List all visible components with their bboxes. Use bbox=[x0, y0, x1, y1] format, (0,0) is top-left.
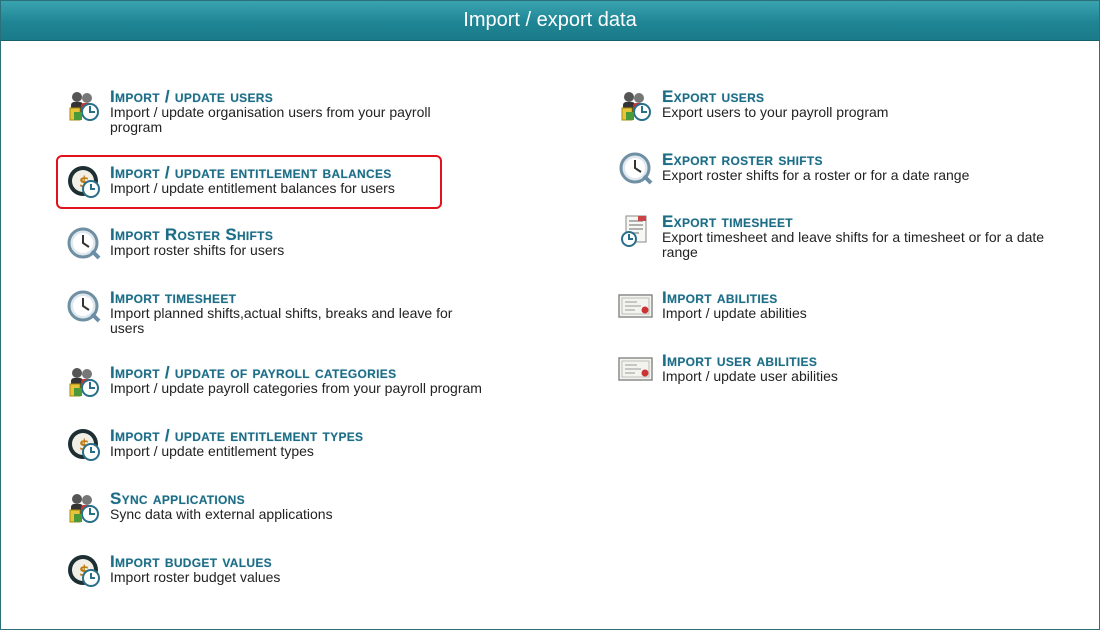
money-clock-icon: $ bbox=[66, 553, 102, 589]
clock-icon bbox=[66, 226, 102, 262]
import-update-entitlement-types-item[interactable]: $ Import / update entitlement types Impo… bbox=[66, 427, 436, 463]
item-description: Export timesheet and leave shifts for a … bbox=[662, 229, 1045, 260]
item-description: Export users to your payroll program bbox=[662, 104, 889, 120]
import-update-users-item[interactable]: Import / update users Import / update or… bbox=[66, 88, 506, 138]
item-title[interactable]: Import budget values bbox=[110, 553, 280, 570]
timesheet-document-icon bbox=[618, 213, 654, 249]
import-user-abilities-item[interactable]: Import user abilities Import / update us… bbox=[618, 352, 1018, 388]
money-clock-icon: $ bbox=[66, 427, 102, 463]
item-title[interactable]: Import Roster Shifts bbox=[110, 226, 284, 243]
users-payroll-icon bbox=[66, 88, 102, 124]
item-title[interactable]: Export users bbox=[662, 88, 888, 105]
users-payroll-icon bbox=[66, 364, 102, 400]
item-title[interactable]: Import abilities bbox=[662, 289, 807, 306]
item-title[interactable]: Export timesheet bbox=[662, 213, 1062, 230]
item-title[interactable]: Import user abilities bbox=[662, 352, 838, 369]
clock-icon bbox=[66, 289, 102, 325]
item-title[interactable]: Import timesheet bbox=[110, 289, 470, 306]
sync-applications-item[interactable]: Sync applications Sync data with externa… bbox=[66, 490, 436, 526]
clock-icon bbox=[618, 151, 654, 187]
item-description: Import / update payroll categories from … bbox=[110, 380, 482, 396]
import-export-window: Import / export data Import / update use… bbox=[0, 0, 1100, 630]
import-update-payroll-categories-item[interactable]: Import / update of payroll categories Im… bbox=[66, 364, 516, 400]
item-description: Export roster shifts for a roster or for… bbox=[662, 167, 970, 183]
item-description: Import planned shifts,actual shifts, bre… bbox=[110, 305, 453, 336]
item-description: Import / update organisation users from … bbox=[110, 104, 431, 135]
item-description: Import / update abilities bbox=[662, 305, 807, 321]
item-description: Import / update user abilities bbox=[662, 368, 838, 384]
item-description: Import / update entitlement types bbox=[110, 443, 314, 459]
users-payroll-icon bbox=[66, 490, 102, 526]
import-timesheet-item[interactable]: Import timesheet Import planned shifts,a… bbox=[66, 289, 506, 339]
import-abilities-item[interactable]: Import abilities Import / update abiliti… bbox=[618, 289, 1018, 325]
item-description: Import roster budget values bbox=[110, 569, 281, 585]
users-payroll-icon bbox=[618, 88, 654, 124]
selection-highlight bbox=[56, 155, 442, 209]
export-users-item[interactable]: Export users Export users to your payrol… bbox=[618, 88, 1018, 124]
import-budget-values-item[interactable]: $ Import budget values Import roster bud… bbox=[66, 553, 436, 589]
import-roster-shifts-item[interactable]: Import Roster Shifts Import roster shift… bbox=[66, 226, 436, 262]
item-title[interactable]: Export roster shifts bbox=[662, 151, 969, 168]
export-timesheet-item[interactable]: Export timesheet Export timesheet and le… bbox=[618, 213, 1068, 263]
export-roster-shifts-item[interactable]: Export roster shifts Export roster shift… bbox=[618, 151, 1018, 187]
item-title[interactable]: Import / update entitlement types bbox=[110, 427, 363, 444]
item-description: Import roster shifts for users bbox=[110, 242, 285, 258]
item-title[interactable]: Import / update users bbox=[110, 88, 470, 105]
certificate-icon bbox=[618, 352, 654, 388]
item-title[interactable]: Import / update of payroll categories bbox=[110, 364, 482, 381]
certificate-icon bbox=[618, 289, 654, 325]
item-title[interactable]: Sync applications bbox=[110, 490, 333, 507]
item-description: Sync data with external applications bbox=[110, 506, 333, 522]
window-title: Import / export data bbox=[1, 1, 1099, 41]
